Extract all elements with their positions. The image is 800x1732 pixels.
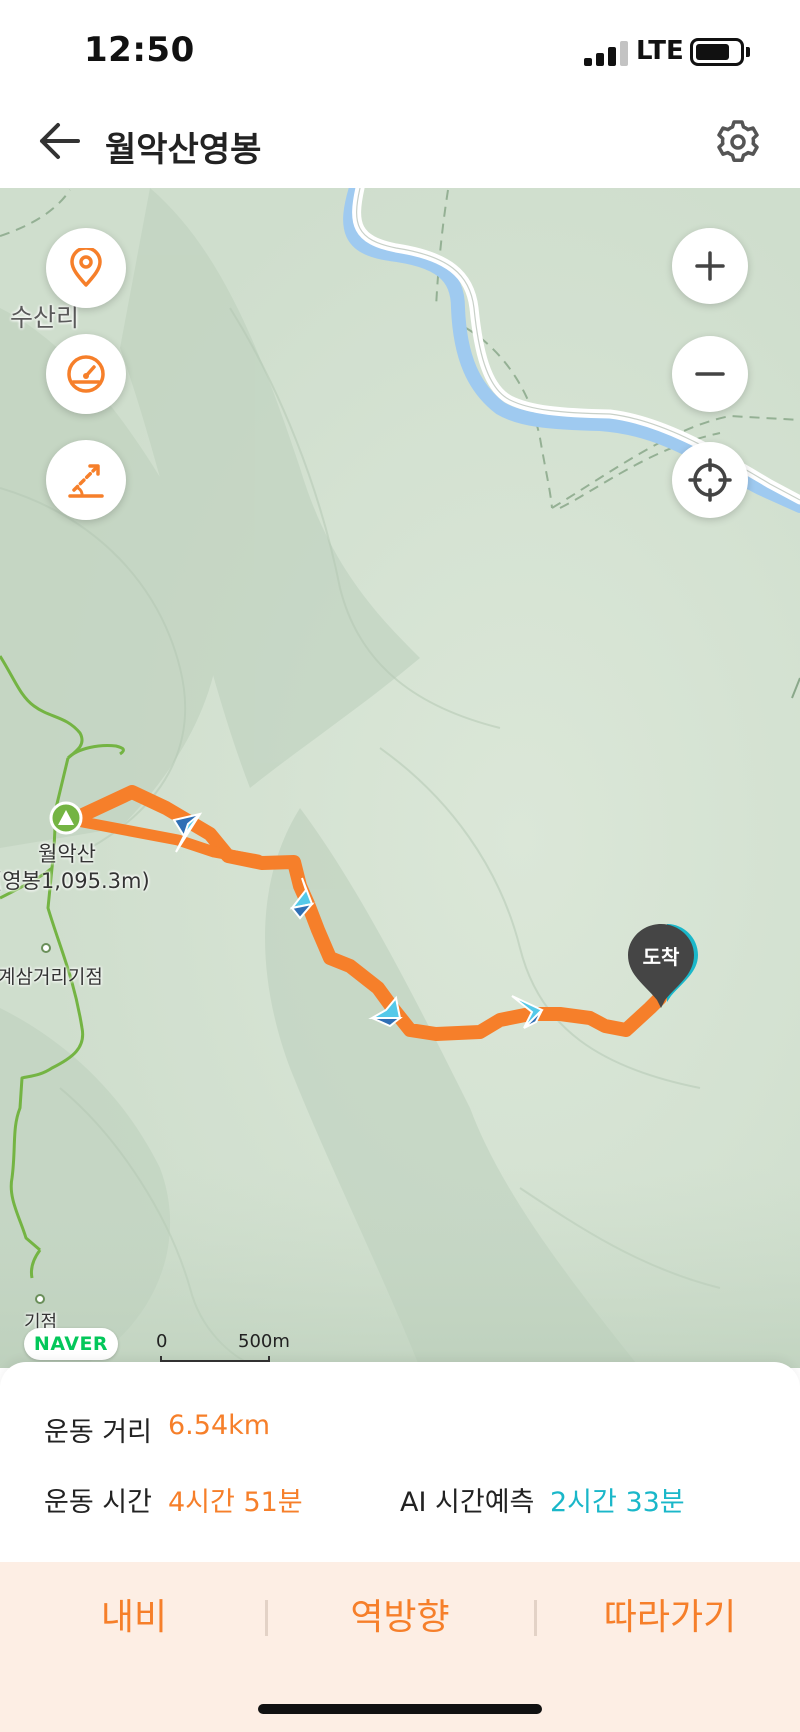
speedometer-button[interactable] bbox=[46, 334, 126, 414]
scale-distance: 500m bbox=[238, 1331, 290, 1352]
reverse-button[interactable]: 역방향 bbox=[320, 1590, 480, 1646]
elevation-graph-icon bbox=[68, 464, 104, 498]
map-label-junction: 계삼거리기점 bbox=[0, 966, 103, 988]
zoom-in-button[interactable] bbox=[672, 228, 748, 304]
zoom-out-button[interactable] bbox=[672, 336, 748, 412]
map-view[interactable]: 수산리 월악산 (영봉1,095.3m) 계삼거리기점 기점 도착 bbox=[0, 188, 800, 1368]
stats-panel: 운동 거리 6.54km 운동 시간 4시간 51분 AI 시간예측 2시간 3… bbox=[0, 1362, 800, 1562]
location-pin-icon bbox=[70, 248, 102, 287]
arrival-marker[interactable]: 도착 bbox=[628, 922, 698, 1018]
distance-label: 운동 거리 bbox=[44, 1417, 152, 1448]
current-location-button[interactable] bbox=[672, 442, 748, 518]
top-header: 월악산영봉 bbox=[0, 100, 800, 188]
zoom-in-icon bbox=[695, 251, 725, 281]
naver-logo: NAVER bbox=[24, 1328, 118, 1360]
time-label: 운동 시간 bbox=[44, 1487, 152, 1518]
zoom-out-icon bbox=[695, 372, 725, 376]
status-bar: 12:50 LTE bbox=[0, 0, 800, 100]
settings-button[interactable] bbox=[712, 116, 764, 168]
network-type: LTE bbox=[636, 36, 684, 66]
battery-tip bbox=[746, 47, 750, 57]
map-label-peak: 월악산 bbox=[38, 842, 96, 866]
map-label-peak-detail: (영봉1,095.3m) bbox=[0, 869, 150, 893]
distance-value: 6.54km bbox=[168, 1410, 271, 1441]
follow-button[interactable]: 따라가기 bbox=[580, 1590, 760, 1646]
navi-button[interactable]: 내비 bbox=[54, 1590, 214, 1646]
gear-icon bbox=[717, 120, 759, 162]
map-pin-icon bbox=[628, 924, 698, 1008]
arrow-left-icon bbox=[40, 123, 80, 159]
ai-prediction-value: 2시간 33분 bbox=[550, 1487, 685, 1518]
divider bbox=[534, 1600, 537, 1636]
battery-icon bbox=[690, 38, 744, 66]
scale-zero: 0 bbox=[156, 1331, 168, 1352]
home-indicator bbox=[258, 1704, 542, 1714]
current-location-icon bbox=[688, 458, 732, 502]
divider bbox=[265, 1600, 268, 1636]
ai-prediction-label: AI 시간예측 bbox=[400, 1487, 535, 1518]
speedometer-icon bbox=[67, 355, 105, 393]
signal-bars-icon bbox=[584, 40, 630, 66]
page-title: 월악산영봉 bbox=[105, 130, 262, 170]
elevation-graph-button[interactable] bbox=[46, 440, 126, 520]
time-value: 4시간 51분 bbox=[168, 1487, 303, 1518]
location-pin-button[interactable] bbox=[46, 228, 126, 308]
back-button[interactable] bbox=[34, 118, 88, 164]
arrival-label: 도착 bbox=[642, 945, 680, 969]
status-time: 12:50 bbox=[84, 30, 195, 70]
